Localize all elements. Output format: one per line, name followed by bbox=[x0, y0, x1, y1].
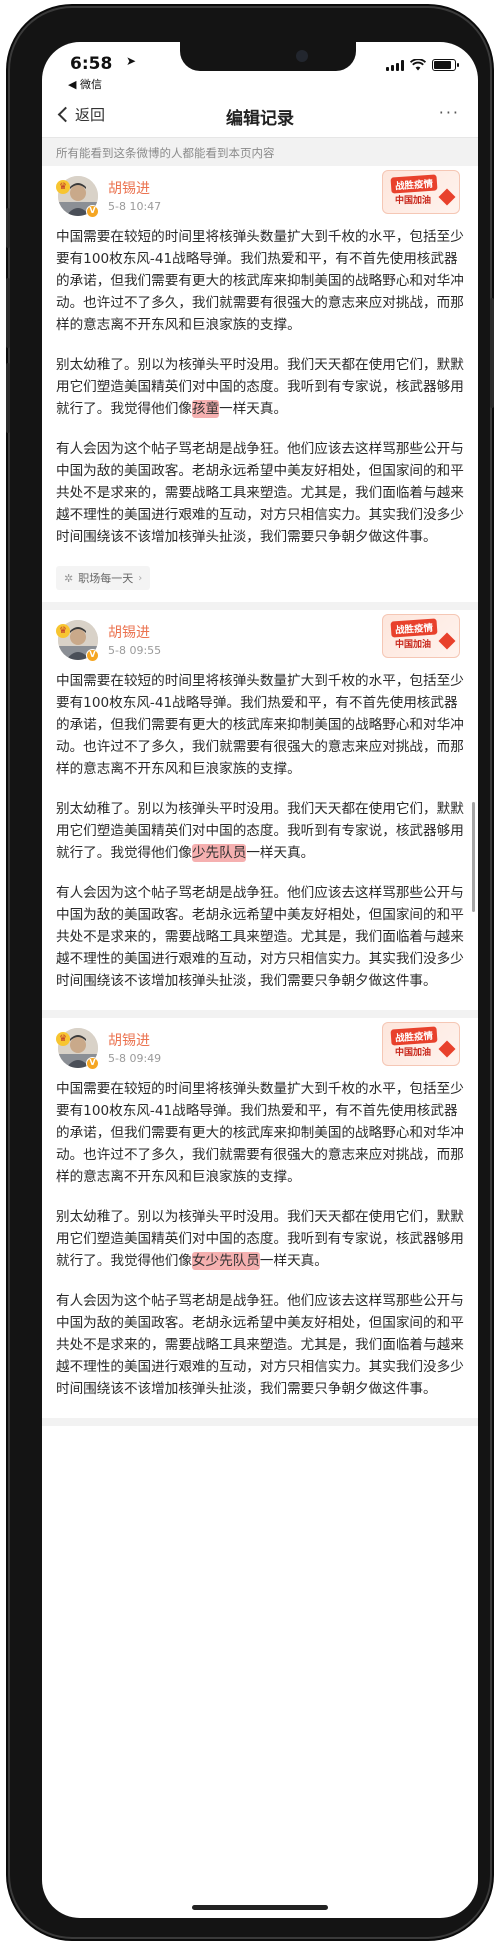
promo-line-1: 战胜疫情 bbox=[390, 618, 438, 638]
record-header: V 胡锡进 ♛ 5-8 09:49 战胜疫情 中国加油 bbox=[56, 1022, 464, 1072]
para2-text-after: 一样天真。 bbox=[246, 845, 315, 861]
post-paragraph-2: 别太幼稚了。别以为核弹头平时没用。我们天天都在使用它们，默默用它们塑造美国精英们… bbox=[56, 798, 464, 864]
location-arrow-icon: ➤ bbox=[126, 54, 137, 68]
vip-crown-icon: ♛ bbox=[56, 180, 70, 194]
record-header: V 胡锡进 ♛ 5-8 10:47 战胜疫情 中国加油 bbox=[56, 170, 464, 220]
home-indicator[interactable] bbox=[192, 1905, 328, 1910]
scrollbar[interactable] bbox=[472, 802, 475, 912]
verified-badge-icon: V bbox=[86, 649, 99, 662]
record-time: 5-8 09:55 bbox=[108, 644, 162, 657]
post-paragraph-3: 有人会因为这个帖子骂老胡是战争狂。他们应该去这样骂那些公开与中国为敌的美国政客。… bbox=[56, 885, 464, 989]
phone-frame: 6:58 ➤ ◀ 微信 返回 编辑记录 ··· 所有能看到这条微博的人都能看到本… bbox=[6, 8, 494, 1937]
post-paragraph-3: 有人会因为这个帖子骂老胡是战争狂。他们应该去这样骂那些公开与中国为敌的美国政客。… bbox=[56, 441, 464, 545]
author-name[interactable]: 胡锡进 bbox=[108, 1030, 150, 1050]
back-to-app-link[interactable]: ◀ 微信 bbox=[68, 76, 102, 92]
promo-line-2: 中国加油 bbox=[395, 1048, 432, 1058]
record-header: V 胡锡进 ♛ 5-8 09:55 战胜疫情 中国加油 bbox=[56, 614, 464, 664]
status-time: 6:58 bbox=[70, 54, 113, 74]
promo-sticker[interactable]: 战胜疫情 中国加油 bbox=[382, 1022, 460, 1066]
promo-sticker[interactable]: 战胜疫情 中国加油 bbox=[382, 614, 460, 658]
highlighted-change: 女少先队员 bbox=[191, 1252, 260, 1270]
wifi-icon bbox=[410, 59, 426, 71]
heart-icon bbox=[438, 1040, 456, 1058]
promo-line-2: 中国加油 bbox=[395, 196, 432, 206]
promo-line-2: 中国加油 bbox=[395, 640, 432, 650]
edit-record: V 胡锡进 ♛ 5-8 09:55 战胜疫情 中国加油 中国需要在较短的时间里将… bbox=[42, 610, 478, 1018]
page-title: 编辑记录 bbox=[226, 109, 294, 129]
verified-badge-icon: V bbox=[86, 1057, 99, 1070]
verified-badge-icon: V bbox=[86, 205, 99, 218]
author-name[interactable]: 胡锡进 bbox=[108, 622, 150, 642]
post-paragraph-1: 中国需要在较短的时间里将核弹头数量扩大到千枚的水平，包括至少要有100枚东风-4… bbox=[56, 1081, 464, 1185]
heart-icon bbox=[438, 632, 456, 650]
promo-sticker[interactable]: 战胜疫情 中国加油 bbox=[382, 170, 460, 214]
highlighted-change: 孩童 bbox=[191, 400, 220, 418]
promo-line-1: 战胜疫情 bbox=[390, 1026, 438, 1046]
screen: 6:58 ➤ ◀ 微信 返回 编辑记录 ··· 所有能看到这条微博的人都能看到本… bbox=[42, 42, 478, 1918]
battery-icon bbox=[432, 59, 459, 71]
para2-text-after: 一样天真。 bbox=[259, 1253, 328, 1269]
topic-tag[interactable]: ✲ 职场每一天 › bbox=[56, 566, 151, 590]
topic-tag-label: 职场每一天 bbox=[78, 572, 134, 585]
sparkle-icon: ✲ bbox=[64, 571, 74, 585]
more-options-button[interactable]: ··· bbox=[439, 105, 460, 121]
post-paragraph-1: 中国需要在较短的时间里将核弹头数量扩大到千枚的水平，包括至少要有100枚东风-4… bbox=[56, 229, 464, 333]
visibility-notice: 所有能看到这条微博的人都能看到本页内容 bbox=[42, 138, 478, 166]
highlighted-change: 少先队员 bbox=[191, 844, 247, 862]
notch bbox=[180, 42, 356, 71]
chevron-right-icon: › bbox=[138, 572, 143, 584]
vip-crown-icon: ♛ bbox=[56, 1032, 70, 1046]
record-time: 5-8 09:49 bbox=[108, 1052, 162, 1065]
edit-record: V 胡锡进 ♛ 5-8 09:49 战胜疫情 中国加油 中国需要在较短的时间里将… bbox=[42, 1018, 478, 1426]
record-time: 5-8 10:47 bbox=[108, 200, 162, 213]
edit-record-list: V 胡锡进 ♛ 5-8 10:47 战胜疫情 中国加油 中国需要在较短的时间里将… bbox=[42, 166, 478, 1426]
heart-icon bbox=[438, 188, 456, 206]
post-paragraph-2: 别太幼稚了。别以为核弹头平时没用。我们天天都在使用它们，默默用它们塑造美国精英们… bbox=[56, 1206, 464, 1272]
edit-record: V 胡锡进 ♛ 5-8 10:47 战胜疫情 中国加油 中国需要在较短的时间里将… bbox=[42, 166, 478, 610]
post-paragraph-3: 有人会因为这个帖子骂老胡是战争狂。他们应该去这样骂那些公开与中国为敌的美国政客。… bbox=[56, 1293, 464, 1397]
signal-icon bbox=[386, 59, 404, 71]
nav-bar: 返回 编辑记录 ··· bbox=[42, 94, 478, 138]
post-paragraph-1: 中国需要在较短的时间里将核弹头数量扩大到千枚的水平，包括至少要有100枚东风-4… bbox=[56, 673, 464, 777]
para2-text-after: 一样天真。 bbox=[219, 401, 288, 417]
promo-line-1: 战胜疫情 bbox=[390, 174, 438, 194]
post-paragraph-2: 别太幼稚了。别以为核弹头平时没用。我们天天都在使用它们，默默用它们塑造美国精英们… bbox=[56, 354, 464, 420]
author-name[interactable]: 胡锡进 bbox=[108, 178, 150, 198]
vip-crown-icon: ♛ bbox=[56, 624, 70, 638]
